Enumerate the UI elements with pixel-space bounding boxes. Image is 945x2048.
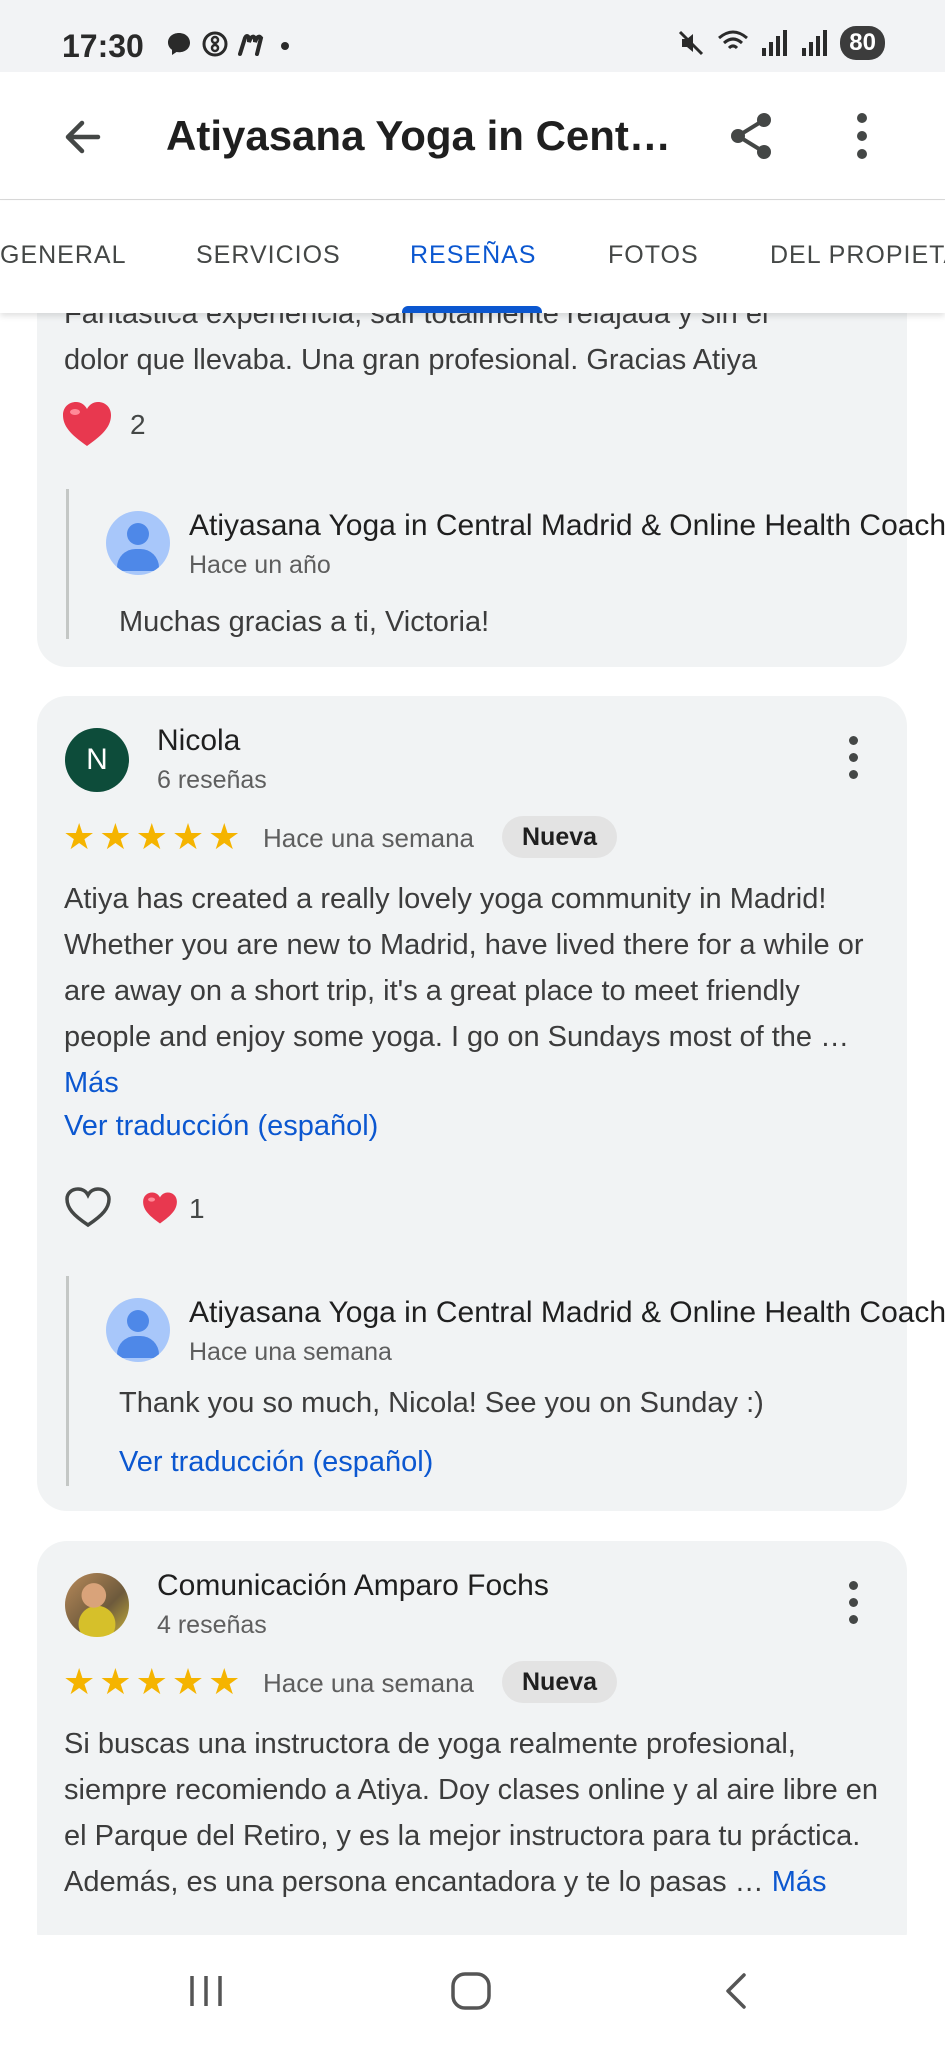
star-icon: ★: [135, 1661, 168, 1702]
star-rating: ★ ★ ★ ★ ★: [63, 1664, 240, 1700]
star-icon: ★: [171, 816, 205, 857]
battery-badge: 80: [840, 26, 885, 60]
mute-icon: [679, 30, 704, 56]
reply-time: Hace un año: [189, 551, 331, 579]
owner-avatar: [106, 1298, 170, 1362]
share-icon[interactable]: [726, 110, 778, 162]
active-tab-indicator: [402, 306, 542, 313]
notification-icons: [165, 30, 291, 58]
star-icon: ★: [99, 1661, 132, 1702]
reviewer-avatar[interactable]: [65, 1573, 129, 1637]
system-icons: 80: [676, 26, 885, 60]
app-bar: Atiyasana Yoga in Cent…: [0, 72, 945, 200]
translate-link[interactable]: Ver traducción (español): [64, 1110, 378, 1143]
reviewer-name[interactable]: Nicola: [157, 724, 240, 758]
tab-del-propietario[interactable]: DEL PROPIETA: [770, 241, 945, 270]
owner-avatar: [106, 511, 170, 575]
review-card: Comunicación Amparo Fochs 4 reseñas ★ ★ …: [37, 1541, 907, 1935]
review-date: Hace una semana: [263, 1668, 475, 1698]
review-card: Fantástica experiencia, salí totalmente …: [37, 313, 945, 667]
owner-name: Atiyasana Yoga in Central Madrid & Onlin…: [189, 1296, 945, 1329]
star-icon: ★: [135, 816, 168, 857]
new-badge: Nueva: [502, 816, 618, 858]
translate-link[interactable]: Ver traducción (español): [119, 1446, 433, 1479]
reply-text: Muchas gracias a ti, Victoria!: [119, 606, 490, 638]
review-card: N Nicola 6 reseñas ★ ★ ★ ★ ★ Hace una se…: [37, 696, 945, 1511]
tab-resenas[interactable]: RESEÑAS: [410, 241, 536, 270]
heart-reaction-icon[interactable]: [60, 399, 114, 449]
home-icon[interactable]: [450, 1971, 492, 2011]
tab-bar: GENERAL SERVICIOS RESEÑAS FOTOS DEL PROP…: [0, 201, 945, 313]
dot-icon: [281, 42, 289, 50]
tab-fotos[interactable]: FOTOS: [608, 241, 699, 270]
more-link[interactable]: Más: [772, 1866, 827, 1898]
review-text-line: dolor que llevaba. Una gran profesional.…: [64, 344, 758, 376]
owner-reply: Atiyasana Yoga in Central Madrid & Onlin…: [66, 489, 945, 639]
heart-outline-icon[interactable]: [64, 1185, 112, 1229]
reply-text: Thank you so much, Nicola! See you on Su…: [119, 1387, 764, 1419]
m-app-icon: [238, 34, 264, 56]
owner-name: Atiyasana Yoga in Central Madrid & Onlin…: [189, 509, 945, 542]
chat-icon: [168, 33, 190, 55]
star-icon: ★: [208, 1661, 241, 1702]
app-notification-icon: [202, 31, 228, 57]
review-text-line: Fantástica experiencia, salí totalmente …: [64, 313, 769, 330]
review-more-icon[interactable]: [841, 736, 865, 780]
review-body: Atiya has created a really lovely yoga c…: [64, 883, 864, 1053]
page-title: Atiyasana Yoga in Cent…: [166, 112, 671, 159]
review-body: Si buscas una instructora de yoga realme…: [64, 1728, 879, 1898]
review-text: Si buscas una instructora de yoga realme…: [64, 1721, 904, 1905]
heart-reaction-icon[interactable]: [141, 1190, 179, 1226]
status-bar: 17:30 80: [0, 0, 945, 72]
signal-icon-2: [802, 30, 828, 56]
review-text: Atiya has created a really lovely yoga c…: [64, 876, 894, 1106]
system-nav-bar: [0, 1935, 945, 2048]
arrow-back-icon[interactable]: [58, 112, 108, 162]
star-icon: ★: [208, 816, 241, 857]
reviewer-review-count: 6 reseñas: [157, 766, 267, 794]
more-vert-icon[interactable]: [848, 110, 876, 162]
tab-general[interactable]: GENERAL: [0, 241, 126, 270]
new-badge: Nueva: [502, 1661, 618, 1703]
reply-time: Hace una semana: [189, 1338, 392, 1366]
signal-icon: [762, 30, 788, 56]
reviewer-avatar[interactable]: N: [65, 728, 129, 792]
owner-reply: Atiyasana Yoga in Central Madrid & Onlin…: [66, 1276, 945, 1486]
status-time: 17:30: [62, 28, 144, 64]
tab-servicios[interactable]: SERVICIOS: [196, 241, 341, 270]
review-date: Hace una semana: [263, 823, 475, 853]
reviewer-name[interactable]: Comunicación Amparo Fochs: [157, 1569, 549, 1603]
star-icon: ★: [171, 1661, 205, 1702]
review-more-icon[interactable]: [841, 1581, 865, 1625]
reaction-count: 1: [189, 1193, 205, 1224]
back-nav-icon[interactable]: [720, 1971, 750, 2011]
star-icon: ★: [99, 816, 132, 857]
star-icon: ★: [63, 816, 96, 857]
more-link[interactable]: Más: [64, 1067, 119, 1099]
recent-apps-icon[interactable]: [186, 1973, 226, 2009]
reviews-list[interactable]: Fantástica experiencia, salí totalmente …: [0, 313, 945, 1935]
reviewer-review-count: 4 reseñas: [157, 1611, 267, 1639]
wifi-icon: [718, 30, 749, 50]
reaction-count: 2: [130, 409, 146, 440]
star-icon: ★: [63, 1661, 96, 1702]
star-rating: ★ ★ ★ ★ ★: [63, 819, 240, 855]
